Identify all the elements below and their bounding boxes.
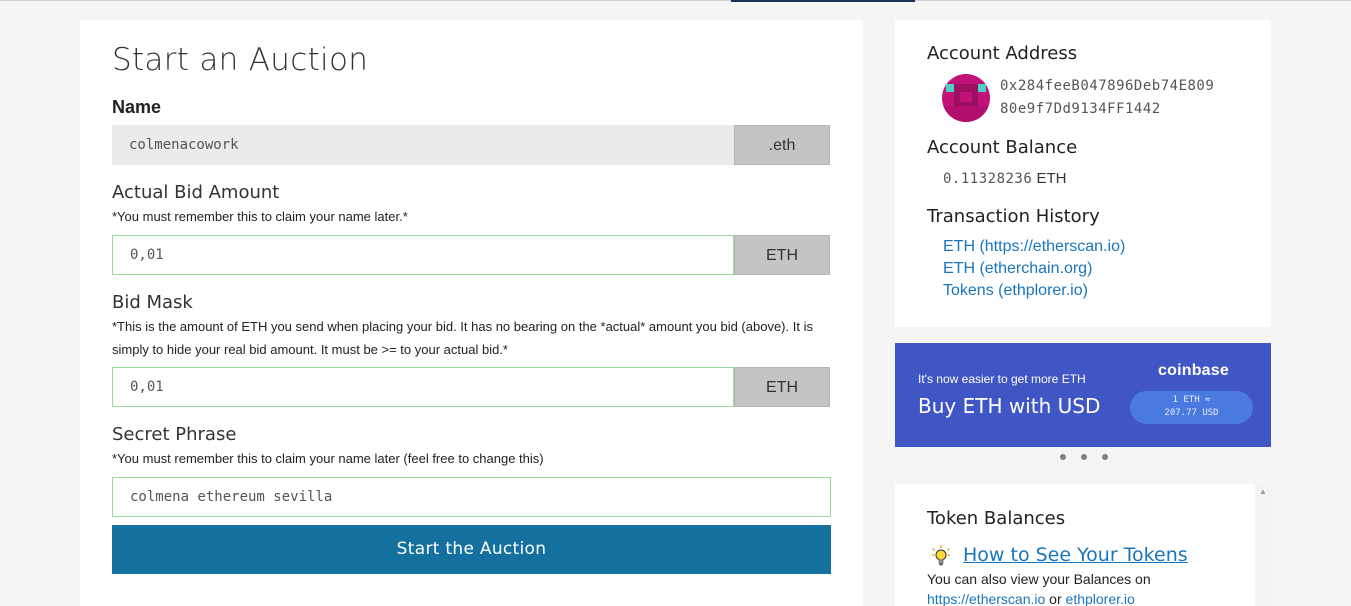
coinbase-banner[interactable]: It's now easier to get more ETH Buy ETH …: [895, 343, 1271, 447]
name-suffix: .eth: [734, 125, 830, 165]
page-title: Start an Auction: [112, 42, 369, 78]
rate-line-1: 1 ETH ≈: [1172, 395, 1211, 405]
etherscan-link[interactable]: ETH (https://etherscan.io): [943, 236, 1125, 258]
secret-phrase-input[interactable]: colmena ethereum sevilla: [112, 477, 831, 517]
transaction-history-label: Transaction History: [927, 206, 1100, 227]
name-input[interactable]: colmenacowork: [112, 125, 734, 165]
name-field: colmenacowork .eth: [112, 125, 830, 165]
ethplorer-tokens-link[interactable]: ethplorer.io: [1066, 591, 1135, 606]
secret-label: Secret Phrase: [112, 424, 237, 445]
token-help-text: You can also view your Balances on https…: [927, 569, 1247, 606]
token-scrollbar[interactable]: [1256, 484, 1271, 606]
rate-line-2: 207.77 USD: [1164, 408, 1219, 418]
banner-subtitle: It's now easier to get more ETH: [918, 372, 1086, 386]
carousel-dot-3[interactable]: [1102, 454, 1108, 460]
address-line-2: 80e9f7Dd9134FF1442: [1000, 101, 1161, 117]
coinbase-logo: coinbase: [1158, 362, 1229, 379]
balance-value: 0.11328236: [943, 171, 1033, 187]
name-label: Name: [112, 97, 162, 117]
bid-unit: ETH: [734, 235, 830, 275]
banner-title: Buy ETH with USD: [918, 394, 1101, 418]
account-address-label: Account Address: [927, 43, 1078, 64]
secret-note: *You must remember this to claim your na…: [112, 451, 544, 466]
eth-rate-pill: 1 ETH ≈ 207.77 USD: [1130, 391, 1253, 424]
account-balance: 0.11328236 ETH: [943, 170, 1066, 187]
account-card: Account Address 0x284feeB047896Deb74E809…: [895, 20, 1271, 327]
active-tab-indicator: [731, 0, 915, 2]
lightbulb-icon: [932, 545, 950, 566]
carousel-dot-2[interactable]: [1081, 454, 1087, 460]
or-text: or: [1045, 591, 1066, 606]
transaction-history-links: ETH (https://etherscan.io) ETH (ethercha…: [943, 236, 1125, 302]
mask-note: *This is the amount of ETH you send when…: [112, 319, 813, 357]
carousel-dot-1[interactable]: [1060, 454, 1066, 460]
bid-note: *You must remember this to claim your na…: [112, 209, 408, 224]
bid-amount-input[interactable]: 0,01: [112, 235, 734, 275]
bid-mask-input[interactable]: 0,01: [112, 367, 734, 407]
secret-field: colmena ethereum sevilla: [112, 477, 831, 517]
account-address: 0x284feeB047896Deb74E809 80e9f7Dd9134FF1…: [1000, 75, 1214, 121]
auction-card: Start an Auction Name colmenacowork .eth…: [80, 20, 863, 606]
start-auction-button[interactable]: Start the Auction: [112, 525, 831, 574]
token-help-prefix: You can also view your Balances on: [927, 571, 1151, 587]
token-balances-card: Token Balances How to See Your Tokens Yo…: [895, 484, 1255, 606]
mask-label: Bid Mask: [112, 292, 193, 313]
mask-unit: ETH: [734, 367, 830, 407]
bid-field: 0,01 ETH: [112, 235, 830, 275]
top-divider: [0, 0, 1351, 1]
etherscan-tokens-link[interactable]: https://etherscan.io: [927, 591, 1045, 606]
how-to-see-tokens-link[interactable]: How to See Your Tokens: [963, 544, 1188, 566]
identicon-avatar: [942, 74, 990, 122]
scroll-up-icon[interactable]: ▲: [1259, 487, 1267, 496]
etherchain-link[interactable]: ETH (etherchain.org): [943, 258, 1125, 280]
bid-label: Actual Bid Amount: [112, 182, 280, 203]
carousel-dots: [1060, 451, 1108, 463]
balance-unit: ETH: [1036, 170, 1067, 187]
ethplorer-link[interactable]: Tokens (ethplorer.io): [943, 280, 1125, 302]
token-balances-title: Token Balances: [927, 508, 1066, 529]
mask-field: 0,01 ETH: [112, 367, 830, 407]
account-balance-label: Account Balance: [927, 137, 1078, 158]
address-line-1: 0x284feeB047896Deb74E809: [1000, 78, 1215, 94]
